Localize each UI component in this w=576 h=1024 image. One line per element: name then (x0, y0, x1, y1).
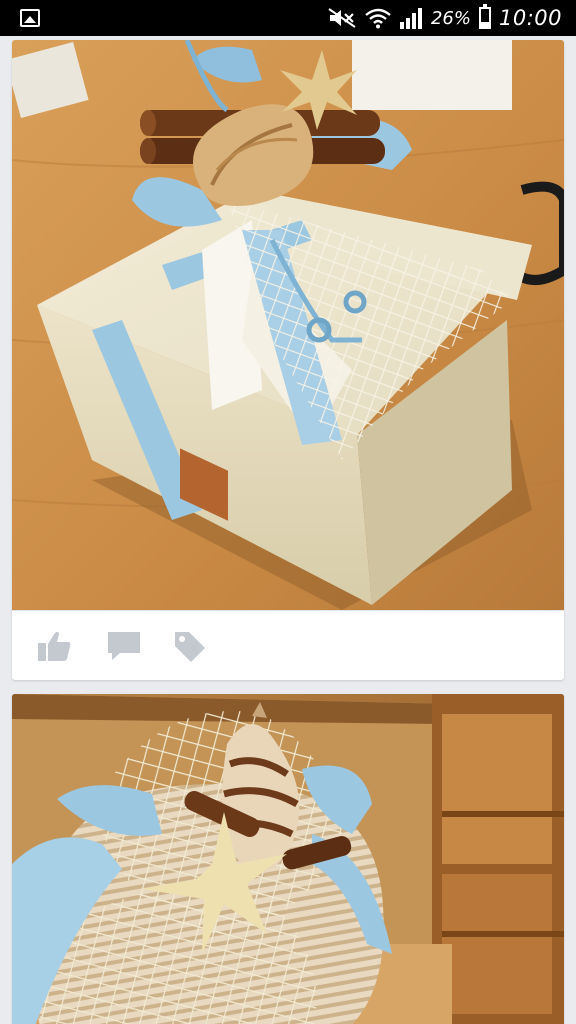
tag-icon[interactable] (172, 629, 208, 663)
signal-icon (399, 8, 422, 29)
post-card (12, 694, 564, 1024)
gallery-icon (20, 9, 40, 27)
like-icon[interactable] (36, 629, 72, 663)
wifi-icon (365, 8, 391, 29)
post-actions (12, 610, 564, 680)
post-photo[interactable] (12, 40, 564, 610)
battery-icon (478, 4, 491, 29)
post-photo[interactable] (12, 694, 564, 1024)
mute-icon (328, 8, 356, 28)
battery-level (480, 22, 489, 27)
post-card (12, 40, 564, 680)
comment-icon[interactable] (106, 629, 142, 663)
status-icons: 26% 10:00 (327, 0, 562, 36)
status-bar: 26% 10:00 (0, 0, 576, 36)
clock: 10:00 (498, 6, 562, 30)
battery-percent: 26% (430, 7, 471, 29)
